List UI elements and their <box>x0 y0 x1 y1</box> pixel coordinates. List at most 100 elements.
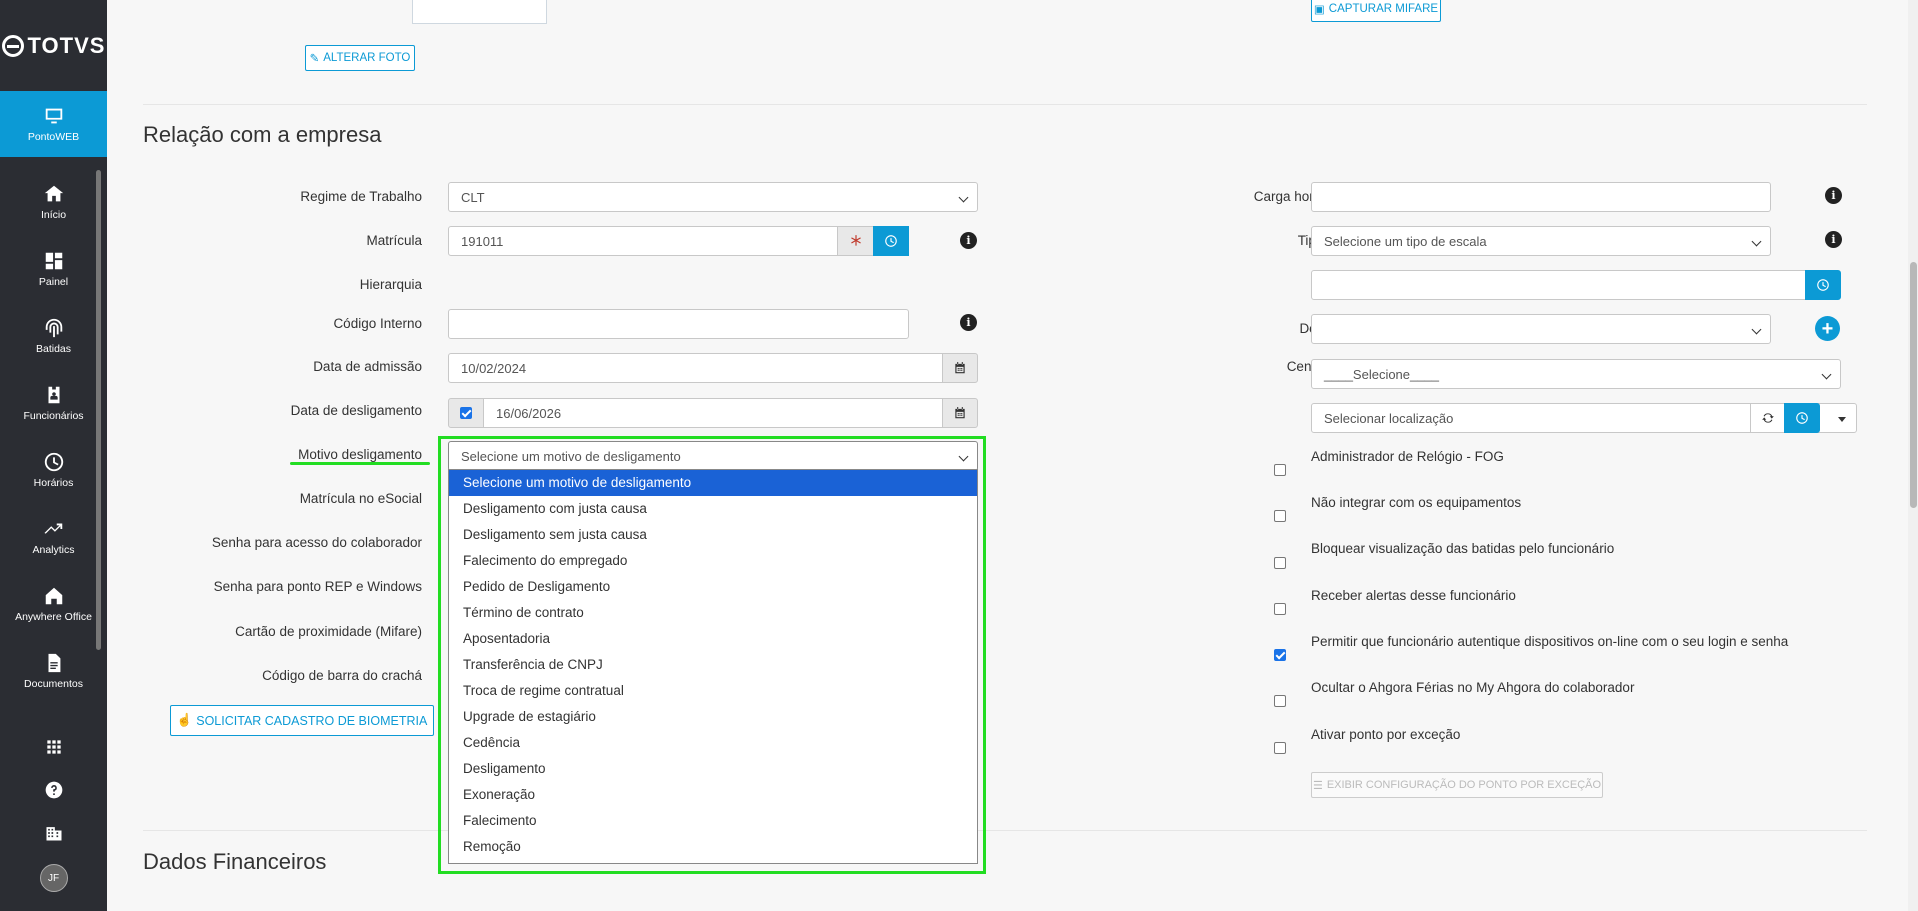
change-photo-button[interactable]: ✎ ALTERAR FOTO <box>305 45 415 71</box>
regime-select[interactable]: CLT <box>448 182 978 212</box>
page-scrollbar[interactable] <box>1908 0 1918 911</box>
centro-value: ____Selecione____ <box>1324 366 1439 382</box>
add-departamento-button[interactable]: + <box>1815 316 1840 341</box>
capture-mifare-button[interactable]: ▣ CAPTURAR MIFARE <box>1311 0 1441 22</box>
sidebar-item-analytics[interactable]: Analytics <box>0 504 107 570</box>
escala-info-icon[interactable]: i <box>1825 231 1842 248</box>
solicitar-biometria-label: SOLICITAR CADASTRO DE BIOMETRIA <box>196 713 428 728</box>
carga-input[interactable] <box>1311 182 1771 212</box>
checkbox-bloquear-batidas[interactable] <box>1274 557 1286 569</box>
sidebar-item-documentos[interactable]: Documentos <box>0 638 107 704</box>
codigo-barra-label: Código de barra do crachá <box>262 668 422 683</box>
document-icon <box>48 653 60 673</box>
sidebar-item-label: Documentos <box>24 678 83 690</box>
dropdown-option[interactable]: Exoneração <box>449 782 977 808</box>
matricula-label: Matrícula <box>366 233 422 248</box>
localizacao-refresh-button[interactable] <box>1750 403 1785 433</box>
dropdown-option[interactable]: Desligamento sem justa causa <box>449 522 977 548</box>
dropdown-option[interactable]: Transferência de CNPJ <box>449 652 977 678</box>
clock-icon <box>44 452 63 472</box>
totvs-logo-icon <box>1 35 24 57</box>
desligamento-input[interactable]: 16/06/2026 <box>483 398 943 428</box>
dropdown-option[interactable]: Desligamento com justa causa <box>449 496 977 522</box>
calendar-icon <box>955 407 965 419</box>
sidebar-item-label: Batidas <box>35 343 72 355</box>
exibir-excecao-label: EXIBIR CONFIGURAÇÃO DO PONTO POR EXCEÇÃO <box>1326 779 1602 791</box>
motivo-dropdown-list[interactable]: Selecione um motivo de desligamento Desl… <box>448 469 978 864</box>
checkbox-label: Permitir que funcionário autentique disp… <box>1311 634 1789 649</box>
desligamento-calendar-button[interactable] <box>942 398 978 428</box>
sidebar-item-horarios[interactable]: Horários <box>0 437 107 503</box>
brand-name: TOTVS <box>27 33 106 58</box>
dropdown-option[interactable]: Término de contrato <box>449 600 977 626</box>
checkbox-nao-integrar[interactable] <box>1274 510 1286 522</box>
matricula-info-icon[interactable]: i <box>960 232 977 249</box>
checkbox-ponto-excecao[interactable] <box>1274 742 1286 754</box>
hierarquia-label: Hierarquia <box>359 277 422 292</box>
admissao-calendar-button[interactable] <box>942 353 978 383</box>
cartao-label: Cartão de proximidade (Mifare) <box>235 624 422 639</box>
sidebar-item-inicio[interactable]: Início <box>0 169 107 235</box>
localizacao-history-button[interactable] <box>1784 403 1820 433</box>
totvs-logo[interactable]: TOTVS <box>0 22 107 70</box>
dropdown-option[interactable]: Aposentadoria <box>449 626 977 652</box>
esocial-label: Matrícula no eSocial <box>299 491 422 506</box>
change-photo-label: ALTERAR FOTO <box>323 52 411 64</box>
clock-icon <box>885 235 897 247</box>
capture-mifare-label: CAPTURAR MIFARE <box>1328 3 1439 15</box>
sidebar-item-painel[interactable]: Painel <box>0 236 107 302</box>
checkbox-admin-relogio[interactable] <box>1274 464 1286 476</box>
solicitar-biometria-button[interactable]: ☝ SOLICITAR CADASTRO DE BIOMETRIA <box>170 705 434 736</box>
departamento-select[interactable] <box>1311 314 1771 344</box>
dropdown-option[interactable]: Falecimento <box>449 808 977 834</box>
checkbox-ocultar-ferias[interactable] <box>1274 695 1286 707</box>
sidebar-item-label: Anywhere Office <box>15 611 92 623</box>
checkbox-autenticar-dispositivos[interactable] <box>1274 649 1286 661</box>
escala-select[interactable]: Selecione um tipo de escala <box>1311 226 1771 256</box>
localizacao-value: Selecionar localização <box>1324 410 1454 426</box>
cargo-history-button[interactable] <box>1805 270 1841 300</box>
company-button[interactable] <box>0 823 107 843</box>
codigo-interno-info-icon[interactable]: i <box>960 314 977 331</box>
dropdown-option[interactable]: Selecione um motivo de desligamento <box>449 470 977 496</box>
employee-photo <box>412 0 547 24</box>
regime-value: CLT <box>461 189 485 205</box>
sidebar-item-anywhere-office[interactable]: Anywhere Office <box>0 571 107 637</box>
sidebar-scrollbar[interactable] <box>96 170 101 650</box>
desligamento-toggle[interactable] <box>448 398 484 428</box>
dropdown-option[interactable]: Cedência <box>449 730 977 756</box>
user-avatar-button[interactable]: JF <box>0 864 107 892</box>
checkbox-receber-alertas[interactable] <box>1274 603 1286 615</box>
monitor-icon <box>45 108 62 124</box>
admissao-input[interactable]: 10/02/2024 <box>448 353 943 383</box>
dropdown-option[interactable]: Remoção <box>449 834 977 860</box>
dropdown-option[interactable]: Falecimento do empregado <box>449 548 977 574</box>
exibir-excecao-button[interactable]: ☰ EXIBIR CONFIGURAÇÃO DO PONTO POR EXCEÇ… <box>1311 772 1603 798</box>
dropdown-option[interactable]: Pedido de Desligamento <box>449 574 977 600</box>
page-scrollbar-thumb[interactable] <box>1910 262 1917 508</box>
building-icon <box>46 827 61 841</box>
home-office-icon <box>45 587 62 605</box>
section-title-financial: Dados Financeiros <box>143 849 327 874</box>
sidebar-item-batidas[interactable]: Batidas <box>0 303 107 369</box>
sidebar-item-label: Analytics <box>32 544 75 556</box>
checkbox-label: Ocultar o Ahgora Férias no My Ahgora do … <box>1311 680 1635 695</box>
dropdown-option[interactable]: Troca de regime contratual <box>449 678 977 704</box>
dropdown-option[interactable]: Upgrade de estagiário <box>449 704 977 730</box>
matricula-input[interactable]: 191011 <box>448 226 844 256</box>
apps-grid-button[interactable] <box>0 737 107 757</box>
main-content: ✎ ALTERAR FOTO Mifare ▣ CAPTURAR MIFARE … <box>107 0 1908 911</box>
dropdown-option[interactable]: Desligamento <box>449 756 977 782</box>
dashboard-icon <box>45 252 62 270</box>
help-button[interactable] <box>0 780 107 800</box>
capture-icon: ▣ <box>1313 4 1325 16</box>
codigo-interno-input[interactable] <box>448 309 909 339</box>
checkbox-label: Receber alertas desse funcionário <box>1311 588 1516 603</box>
sidebar-item-funcionarios[interactable]: Funcionários <box>0 370 107 436</box>
sidebar-item-pontoweb[interactable]: PontoWEB <box>0 91 107 157</box>
carga-info-icon[interactable]: i <box>1825 187 1842 204</box>
matricula-history-button[interactable] <box>873 226 909 256</box>
desligamento-checkbox[interactable] <box>460 407 472 419</box>
cargo-input[interactable] <box>1311 270 1813 300</box>
centro-select[interactable]: ____Selecione____ <box>1311 359 1841 389</box>
